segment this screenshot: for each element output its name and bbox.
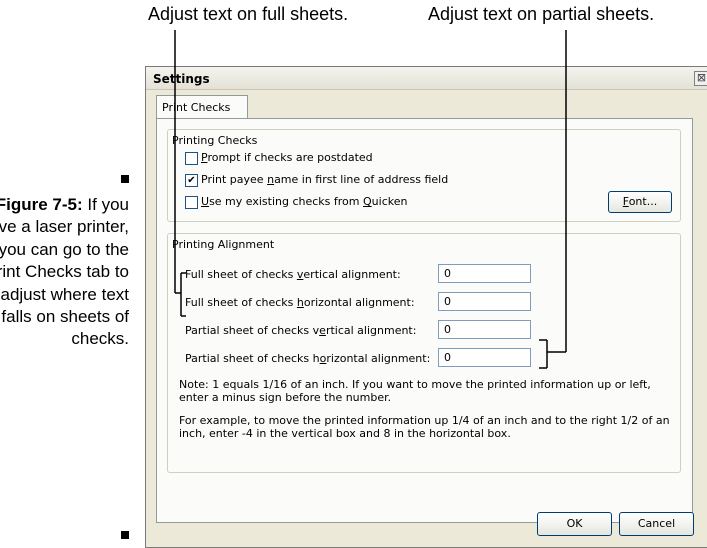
- settings-dialog: Settings ⊠ Print Checks Printing Checks …: [145, 66, 707, 548]
- print-payee-checkbox[interactable]: ✔: [185, 174, 198, 187]
- partial-horizontal-input[interactable]: 0: [438, 348, 531, 367]
- tab-print-checks[interactable]: Print Checks: [156, 95, 248, 120]
- close-icon[interactable]: ⊠: [694, 71, 707, 86]
- alignment-note: Note: 1 equals 1/16 of an inch. If you w…: [179, 378, 651, 404]
- existing-checks-checkbox[interactable]: [185, 196, 198, 209]
- cancel-button[interactable]: Cancel: [619, 512, 694, 536]
- figure-label: Figure 7-5:: [0, 195, 83, 214]
- existing-checks-checkbox-label: Use my existing checks from Quicken: [201, 195, 408, 208]
- tab-print-checks-label: Print Checks: [162, 101, 231, 114]
- postdated-checkbox[interactable]: [185, 152, 198, 165]
- figure-divider-top: [121, 175, 129, 183]
- partial-vertical-label: Partial sheet of checks vertical alignme…: [185, 324, 417, 337]
- dialog-titlebar: Settings ⊠: [146, 67, 707, 90]
- callout-partial-sheets: Adjust text on partial sheets.: [428, 4, 655, 24]
- dialog-title: Settings: [153, 72, 210, 86]
- full-horizontal-label: Full sheet of checks horizontal alignmen…: [185, 296, 415, 309]
- printing-checks-title: Printing Checks: [172, 134, 258, 147]
- printing-alignment-group: Printing Alignment Full sheet of checks …: [167, 233, 681, 473]
- callout-full-sheets: Adjust text on full sheets.: [148, 4, 349, 24]
- alignment-example: For example, to move the printed informa…: [179, 414, 670, 440]
- printing-checks-group: Printing Checks Prompt if checks are pos…: [167, 129, 681, 222]
- print-payee-checkbox-label: Print payee name in first line of addres…: [201, 173, 449, 186]
- figure-caption: Figure 7-5: If you have a laser printer,…: [0, 194, 129, 351]
- partial-horizontal-label: Partial sheet of checks horizontal align…: [185, 352, 431, 365]
- ok-button[interactable]: OK: [537, 512, 612, 536]
- postdated-checkbox-label: Prompt if checks are postdated: [201, 151, 373, 164]
- partial-vertical-input[interactable]: 0: [438, 320, 531, 339]
- font-button[interactable]: Font...: [608, 191, 672, 213]
- figure-divider-bottom: [121, 531, 129, 539]
- full-vertical-input[interactable]: 0: [438, 264, 531, 283]
- full-horizontal-input[interactable]: 0: [438, 292, 531, 311]
- print-checks-panel: Printing Checks Prompt if checks are pos…: [156, 118, 693, 523]
- printing-alignment-title: Printing Alignment: [172, 238, 275, 251]
- full-vertical-label: Full sheet of checks vertical alignment:: [185, 268, 401, 281]
- figure-caption-text: If you have a laser printer, you can go …: [0, 195, 129, 349]
